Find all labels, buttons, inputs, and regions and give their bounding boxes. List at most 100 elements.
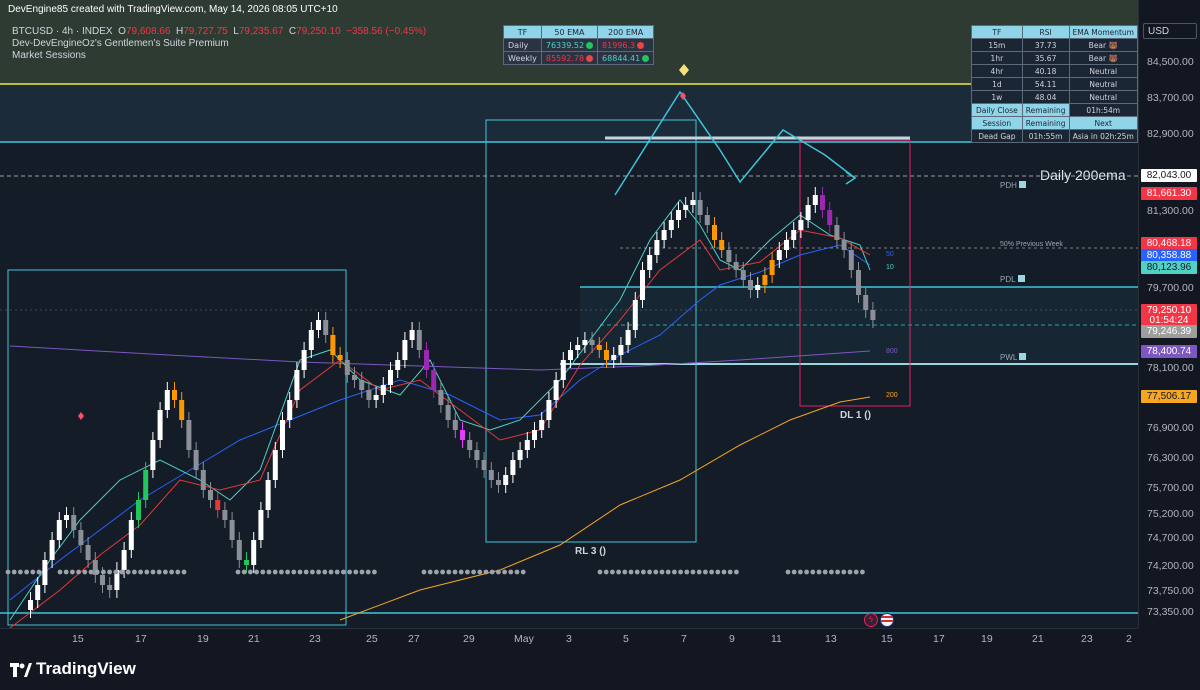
session-dot [36, 569, 42, 575]
candle-body [308, 330, 314, 350]
lightning-event-icon[interactable]: ϟ [864, 613, 878, 627]
ema-table-50-cell: 85592.78 [540, 51, 599, 65]
time-tick-label: 23 [309, 633, 321, 645]
time-tick-label: 19 [981, 633, 993, 645]
pdl-text: PDL [1000, 275, 1016, 284]
session-dot [791, 569, 797, 575]
candle-body [834, 225, 840, 240]
session-dot [297, 569, 303, 575]
session-dot [88, 569, 94, 575]
rsi-header-rsi: RSI [1021, 25, 1070, 39]
session-dot [266, 569, 272, 575]
session-dot [341, 569, 346, 575]
candle-body [294, 370, 300, 400]
chart-canvas[interactable]: DevEngine85 created with TradingView.com… [0, 0, 1138, 628]
candle-body [431, 370, 437, 390]
session-dot [647, 569, 652, 575]
price-tick-label: 74,200.00 [1147, 560, 1194, 572]
ema-10-line [9, 199, 871, 621]
session-dot [483, 569, 489, 575]
session-dot [822, 569, 828, 575]
candle-body [589, 340, 595, 345]
candle-body [236, 540, 242, 560]
price-tick-label: 82,900.00 [1147, 128, 1194, 140]
ema-table-50-value: 76339.52 [545, 40, 585, 50]
footer: TradingView [0, 650, 1200, 690]
session-dot [465, 569, 470, 575]
candle-body [827, 210, 833, 225]
candle-body [402, 340, 408, 360]
rsi-value: 40.18 [1021, 64, 1070, 78]
session-dot [235, 569, 241, 575]
pattern-trendline [614, 90, 856, 196]
remaining-label: Remaining [1021, 103, 1070, 117]
ema-status-dot-icon [637, 41, 645, 49]
session-dot [125, 569, 131, 575]
tradingview-logo-icon [10, 662, 32, 677]
session-dot [489, 569, 495, 575]
ema-table-50-value: 85592.78 [545, 53, 585, 63]
candle-body [791, 230, 797, 240]
candle-body [215, 500, 221, 510]
session-dot [860, 569, 865, 575]
session-dot [798, 569, 803, 575]
indicator-suite-label[interactable]: Dev-DevEngineOz's Gentlemen's Suite Prem… [12, 38, 426, 50]
candle-body [35, 585, 41, 600]
candle-body [186, 420, 192, 450]
candle-body [769, 260, 775, 275]
ema-table-tf: Weekly [503, 51, 542, 65]
candle-body [726, 250, 732, 262]
us-flag-event-icon[interactable] [880, 613, 894, 627]
candle-body [56, 520, 62, 540]
pdh-flag-icon [1019, 181, 1027, 188]
session-dot [24, 569, 29, 575]
rsi-value: 48.04 [1021, 90, 1070, 104]
daily-200ema-label: Daily 200ema [1040, 167, 1126, 183]
ema-table-200-value: 81996.3 [602, 40, 636, 50]
time-tick-label: 7 [681, 633, 687, 645]
time-tick-label: 21 [1032, 633, 1044, 645]
candle-body [388, 370, 393, 385]
session-dot [138, 569, 144, 575]
pwl-text: PWL [1000, 353, 1018, 362]
time-axis[interactable]: 15 17 19 21 23 25 27 29 May 3 5 7 9 11 13 15 17 19 21 23 2 [0, 628, 1138, 651]
ema50-label: 50 [886, 251, 894, 258]
candle-body [85, 545, 91, 560]
session-dot [684, 569, 690, 575]
session-dot [94, 569, 100, 575]
currency-label[interactable]: USD [1143, 23, 1197, 39]
session-dot [452, 569, 458, 575]
change-value: −358.56 (−0.45%) [346, 26, 427, 37]
symbol-label[interactable]: BTCUSD · 4h · INDEX [12, 26, 113, 37]
session-dot [279, 569, 284, 575]
rsi-row: 1hr 35.67 Bear 🐻 [971, 51, 1138, 65]
session-dot [665, 569, 671, 575]
candle-body [546, 400, 552, 420]
session-dot [502, 569, 507, 575]
candle-body [208, 490, 213, 500]
session-dot [496, 569, 501, 575]
time-tick-label: 29 [463, 633, 475, 645]
candle-body [697, 200, 703, 215]
candle-body [712, 225, 717, 240]
candle-body [719, 240, 725, 250]
price-tick-label: 79,700.00 [1147, 282, 1194, 294]
rsi-daily-close-row: Daily Close Remaining 01h:54m [971, 103, 1138, 117]
legend-ohlc-row: BTCUSD · 4h · INDEX O79,608.66 H79,727.7… [12, 26, 426, 38]
indicator-sessions-label[interactable]: Market Sessions [12, 50, 426, 62]
ema-table: TF 50 EMA 200 EMA Daily 76339.52 81996.3… [503, 25, 655, 65]
session-dot [709, 569, 714, 575]
candle-body [359, 380, 365, 390]
price-tick-label: 76,900.00 [1147, 422, 1194, 434]
price-tick-label: 74,700.00 [1147, 532, 1194, 544]
candle-body [517, 450, 523, 460]
ema-table-header-50: 50 EMA [540, 25, 599, 39]
candle-body [143, 470, 149, 500]
session-dot [703, 569, 708, 575]
session-dot [241, 569, 247, 575]
price-axis[interactable]: USD 84,500.00 83,700.00 82,900.00 81,300.00… [1138, 0, 1200, 628]
candle-body [316, 320, 321, 330]
candle-body [344, 360, 350, 375]
candle-body [409, 330, 415, 340]
candle-body [164, 390, 170, 410]
